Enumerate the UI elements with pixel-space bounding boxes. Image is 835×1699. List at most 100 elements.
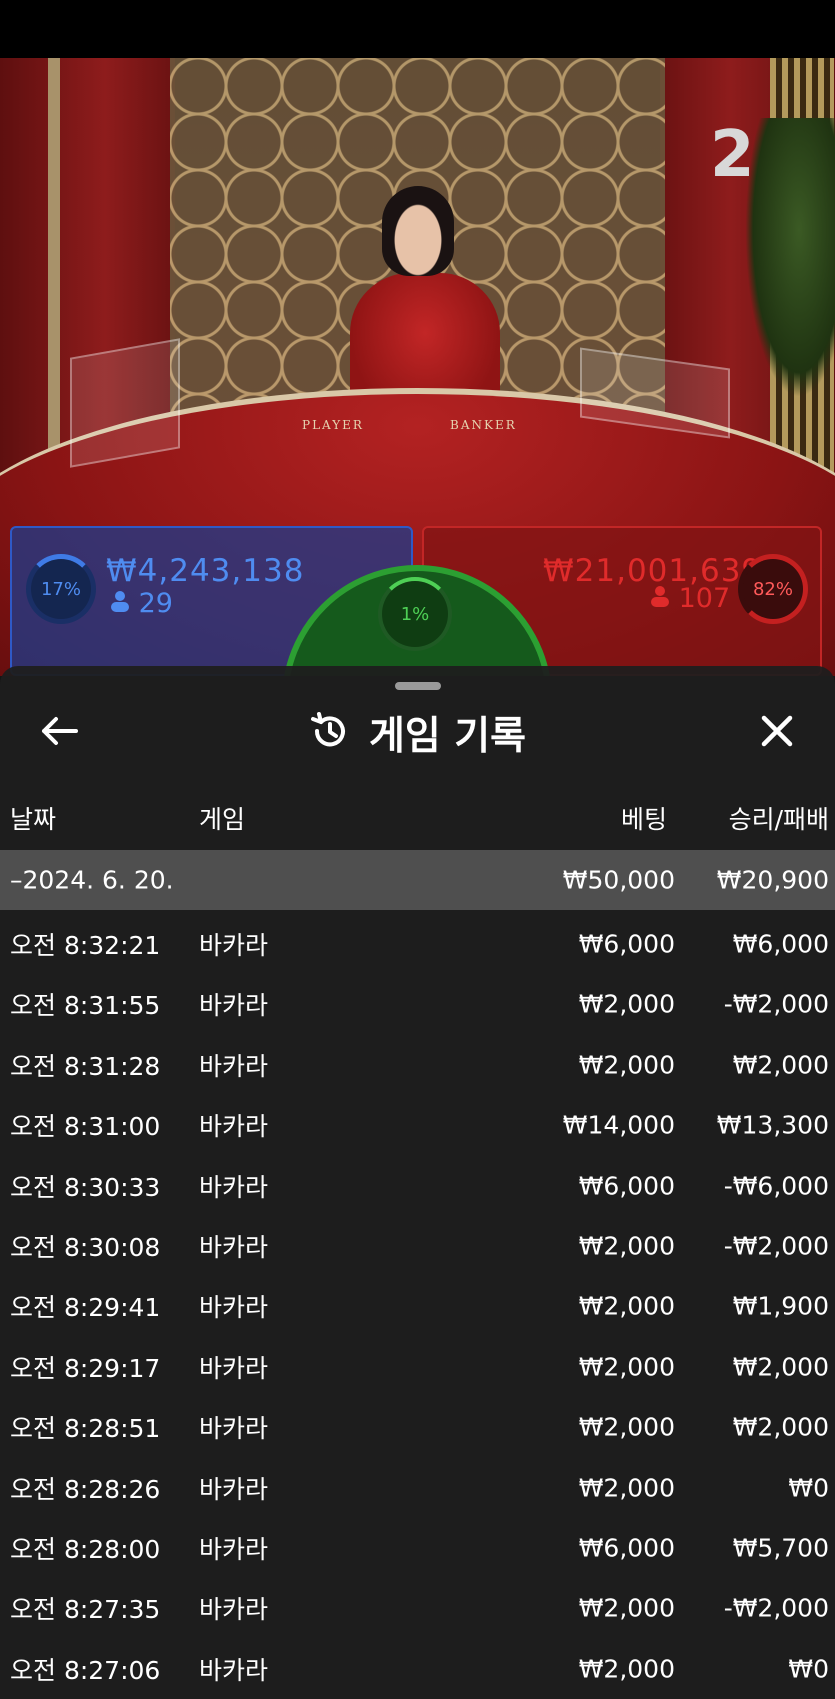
row-time: 오전 8:29:41 bbox=[10, 1293, 161, 1323]
row-game: 바카라 bbox=[199, 1655, 269, 1685]
plant bbox=[745, 118, 835, 398]
row-bet: ₩2,000 bbox=[578, 1352, 675, 1382]
row-result: ₩13,300 bbox=[716, 1110, 829, 1140]
row-bet: ₩2,000 bbox=[578, 1473, 675, 1503]
row-game: 바카라 bbox=[199, 1293, 269, 1323]
row-time: 오전 8:29:17 bbox=[10, 1353, 161, 1383]
row-game: 바카라 bbox=[199, 1112, 269, 1142]
table-row[interactable]: 오전 8:31:55 바카라 ₩2,000 -₩2,000 bbox=[0, 974, 835, 1034]
row-result: -₩2,000 bbox=[723, 1231, 829, 1261]
row-result: ₩5,700 bbox=[732, 1533, 829, 1563]
row-bet: ₩2,000 bbox=[578, 1231, 675, 1261]
row-game: 바카라 bbox=[199, 1353, 269, 1383]
table-row[interactable]: 오전 8:28:51 바카라 ₩2,000 ₩2,000 bbox=[0, 1397, 835, 1457]
table-row[interactable]: 오전 8:30:33 바카라 ₩6,000 -₩6,000 bbox=[0, 1156, 835, 1216]
user-icon bbox=[650, 583, 679, 614]
row-result: -₩2,000 bbox=[723, 989, 829, 1019]
dealer-head bbox=[382, 186, 454, 276]
row-game: 바카라 bbox=[199, 931, 269, 960]
row-time: 오전 8:31:55 bbox=[10, 991, 161, 1021]
row-game: 바카라 bbox=[199, 1595, 269, 1625]
row-time: 오전 8:30:08 bbox=[10, 1233, 161, 1262]
close-button[interactable] bbox=[752, 708, 802, 758]
row-time: 오전 8:28:26 bbox=[10, 1474, 161, 1504]
row-time: 오전 8:32:21 bbox=[10, 931, 161, 960]
row-result: ₩2,000 bbox=[732, 1412, 829, 1442]
row-time: 오전 8:27:35 bbox=[10, 1595, 161, 1625]
table-row[interactable]: 오전 8:31:28 바카라 ₩2,000 ₩2,000 bbox=[0, 1035, 835, 1095]
row-bet: ₩6,000 bbox=[578, 1171, 675, 1201]
table-banker-label: BANKER bbox=[450, 418, 517, 432]
tie-percent: 1% bbox=[400, 603, 430, 625]
round-number: 2 bbox=[710, 118, 755, 192]
page-title: 게임 기록 bbox=[368, 714, 527, 759]
row-result: ₩6,000 bbox=[732, 929, 829, 959]
row-bet: ₩2,000 bbox=[578, 1050, 675, 1080]
table-row[interactable]: 오전 8:29:41 바카라 ₩2,000 ₩1,900 bbox=[0, 1276, 835, 1336]
row-result: -₩2,000 bbox=[723, 1593, 829, 1623]
pillar-left bbox=[48, 58, 60, 488]
player-bet-amount: ₩4,243,138 bbox=[106, 553, 305, 589]
date-group-row[interactable]: –2024. 6. 20. ₩50,000 ₩20,900 bbox=[0, 850, 835, 910]
row-game: 바카라 bbox=[199, 1474, 269, 1504]
row-bet: ₩2,000 bbox=[578, 1291, 675, 1321]
table-row[interactable]: 오전 8:32:21 바카라 ₩6,000 ₩6,000 bbox=[0, 914, 835, 974]
row-result: ₩1,900 bbox=[732, 1291, 829, 1321]
row-game: 바카라 bbox=[199, 1414, 269, 1444]
row-bet: ₩2,000 bbox=[578, 1654, 675, 1684]
tie-percent-ring: 1% bbox=[378, 577, 452, 651]
user-icon bbox=[110, 588, 139, 619]
card-shoe-left bbox=[70, 338, 180, 468]
row-bet: ₩2,000 bbox=[578, 989, 675, 1019]
row-game: 바카라 bbox=[199, 991, 269, 1021]
column-header-game: 게임 bbox=[199, 805, 246, 834]
row-result: ₩2,000 bbox=[732, 1050, 829, 1080]
row-bet: ₩2,000 bbox=[578, 1412, 675, 1442]
row-bet: ₩14,000 bbox=[562, 1110, 675, 1140]
row-result: ₩2,000 bbox=[732, 1352, 829, 1382]
player-bet-count-value: 29 bbox=[138, 588, 173, 619]
table-row[interactable]: 오전 8:30:08 바카라 ₩2,000 -₩2,000 bbox=[0, 1216, 835, 1276]
table-row[interactable]: 오전 8:28:26 바카라 ₩2,000 ₩0 bbox=[0, 1458, 835, 1518]
row-time: 오전 8:31:00 bbox=[10, 1112, 161, 1142]
row-time: 오전 8:28:00 bbox=[10, 1535, 161, 1564]
banker-percent-ring: 82% bbox=[738, 554, 808, 624]
table-row[interactable]: 오전 8:28:00 바카라 ₩6,000 ₩5,700 bbox=[0, 1518, 835, 1578]
row-game: 바카라 bbox=[199, 1051, 269, 1081]
table-row[interactable]: 오전 8:29:17 바카라 ₩2,000 ₩2,000 bbox=[0, 1337, 835, 1397]
row-bet: ₩2,000 bbox=[578, 1593, 675, 1623]
banker-bet-count: 107 bbox=[650, 583, 730, 614]
table-row[interactable]: 오전 8:27:35 바카라 ₩2,000 -₩2,000 bbox=[0, 1578, 835, 1638]
group-result-total: ₩20,900 bbox=[716, 865, 829, 895]
column-header-bet: 베팅 bbox=[620, 805, 667, 834]
banker-bet-count-value: 107 bbox=[678, 583, 731, 614]
row-result: ₩0 bbox=[788, 1473, 829, 1503]
close-icon bbox=[760, 714, 794, 752]
panel-header: 게임 기록 bbox=[0, 700, 835, 766]
row-game: 바카라 bbox=[199, 1172, 269, 1202]
row-time: 오전 8:27:06 bbox=[10, 1655, 161, 1685]
column-header-date: 날짜 bbox=[10, 805, 57, 834]
row-time: 오전 8:30:33 bbox=[10, 1172, 161, 1202]
table-player-label: PLAYER bbox=[302, 418, 364, 432]
row-bet: ₩6,000 bbox=[578, 929, 675, 959]
row-game: 바카라 bbox=[199, 1233, 269, 1262]
banker-percent: 82% bbox=[752, 578, 793, 600]
table-row[interactable]: 오전 8:31:00 바카라 ₩14,000 ₩13,300 bbox=[0, 1095, 835, 1155]
row-time: 오전 8:31:28 bbox=[10, 1051, 161, 1081]
group-bet-total: ₩50,000 bbox=[562, 865, 675, 895]
column-header-result: 승리/패배 bbox=[728, 805, 829, 834]
row-result: ₩0 bbox=[788, 1654, 829, 1684]
row-result: -₩6,000 bbox=[723, 1171, 829, 1201]
table-row[interactable]: 오전 8:27:06 바카라 ₩2,000 ₩0 bbox=[0, 1639, 835, 1699]
player-bet-count: 29 bbox=[110, 588, 173, 619]
status-bar bbox=[0, 0, 835, 58]
player-percent: 17% bbox=[40, 578, 81, 600]
drag-handle[interactable] bbox=[395, 682, 441, 690]
row-bet: ₩6,000 bbox=[578, 1533, 675, 1563]
row-time: 오전 8:28:51 bbox=[10, 1414, 161, 1444]
row-game: 바카라 bbox=[199, 1535, 269, 1564]
player-percent-ring: 17% bbox=[26, 554, 96, 624]
history-icon bbox=[309, 711, 349, 755]
group-date: –2024. 6. 20. bbox=[10, 865, 174, 895]
